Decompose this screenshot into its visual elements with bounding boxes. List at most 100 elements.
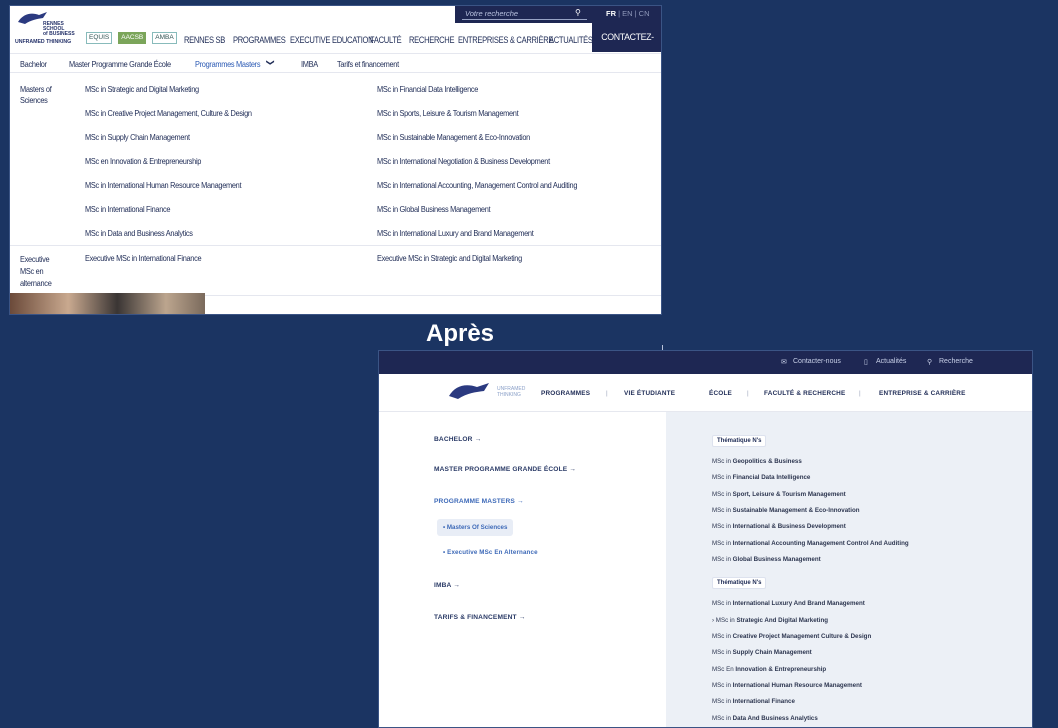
rennes-sb-logo[interactable]: UNFRAMED THINKING <box>447 380 527 408</box>
msc-link[interactable]: MSc in Data And Business Analytics <box>712 715 818 722</box>
msc-title: International & Business Development <box>732 523 846 530</box>
menu-item[interactable]: MSc in International Human Resource Mana… <box>85 180 242 190</box>
language-switcher[interactable]: FR | EN | CN <box>606 9 650 18</box>
msc-title: International Finance <box>732 698 795 705</box>
msc-link[interactable]: MSc in International Finance <box>712 698 795 705</box>
nav-programmes[interactable]: PROGRAMMES <box>541 390 590 397</box>
msc-link[interactable]: MSc in Sport, Leisure & Tourism Manageme… <box>712 491 846 498</box>
chevron-down-icon[interactable]: ❯ <box>266 59 275 66</box>
msc-link[interactable]: MSc in Financial Data Intelligence <box>712 474 810 481</box>
nav-executive-education[interactable]: EXECUTIVE EDUCATION <box>290 35 374 45</box>
actualites-link[interactable]: Actualités <box>876 358 906 365</box>
side-bachelor[interactable]: BACHELOR → <box>434 436 481 443</box>
side-programme-masters[interactable]: PROGRAMME MASTERS → <box>434 498 524 505</box>
menu-item[interactable]: MSc in International Finance <box>85 204 171 214</box>
msc-link[interactable]: MSc En Innovation & Entrepreneurship <box>712 666 826 673</box>
subnav-tarifs[interactable]: Tarifs et financement <box>337 59 399 69</box>
menu-item[interactable]: MSc in International Luxury and Brand Ma… <box>377 228 534 238</box>
top-utility-bar: Votre recherche ⚲ FR | EN | CN <box>455 6 661 23</box>
sub-masters-of-sciences[interactable]: • Masters Of Sciences <box>437 519 514 536</box>
msc-title: International Accounting Management Cont… <box>732 540 909 547</box>
msc-prefix: MSc in <box>712 649 731 656</box>
menu-item[interactable]: MSc in Creative Project Management, Cult… <box>85 108 252 118</box>
menu-item[interactable]: MSc in Financial Data Intelligence <box>377 84 478 94</box>
nav-faculte[interactable]: FACULTÉ <box>370 35 404 45</box>
contact-link[interactable]: Contacter-nous <box>793 358 841 365</box>
aacsb-badge: AACSB <box>118 32 147 44</box>
sub-executive-msc[interactable]: • Executive MSc En Alternance <box>443 549 538 556</box>
mail-icon[interactable]: ✉ <box>781 358 787 366</box>
msc-link[interactable]: MSc in Global Business Management <box>712 556 821 563</box>
tagline-line-2: THINKING <box>497 392 521 398</box>
msc-prefix: MSc in <box>712 523 731 530</box>
menu-item[interactable]: Executive MSc in International Finance <box>85 253 202 263</box>
msc-title: Data And Business Analytics <box>732 715 818 722</box>
side-label: BACHELOR <box>434 436 473 443</box>
nav-faculte-recherche[interactable]: FACULTÉ & RECHERCHE <box>764 390 845 397</box>
nav-recherche[interactable]: RECHERCHE <box>409 35 455 45</box>
nav-vie-etudiante[interactable]: VIE ÉTUDIANTE <box>624 390 675 397</box>
nav-ecole[interactable]: ÉCOLE <box>709 390 732 397</box>
menu-item[interactable]: MSc in International Negotiation & Busin… <box>377 156 550 166</box>
menu-item[interactable]: MSc in Global Business Management <box>377 204 491 214</box>
msc-title: International Luxury And Brand Managemen… <box>732 600 865 607</box>
msc-title: Innovation & Entrepreneurship <box>735 666 827 673</box>
search-link[interactable]: Recherche <box>939 358 973 365</box>
after-screenshot: ✉ Contacter-nous ▯ Actualités ⚲ Recherch… <box>378 350 1033 728</box>
contact-button[interactable]: CONTACTEZ-NOUS <box>592 23 661 71</box>
menu-item[interactable]: Executive MSc in Strategic and Digital M… <box>377 253 522 263</box>
nav-entreprise-carriere[interactable]: ENTREPRISE & CARRIÈRE <box>879 390 966 397</box>
msc-link[interactable]: › MSc in Strategic And Digital Marketing <box>712 617 828 624</box>
menu-item[interactable]: MSc in Strategic and Digital Marketing <box>85 84 199 94</box>
document-icon[interactable]: ▯ <box>864 358 868 366</box>
msc-prefix: MSc in <box>712 491 731 498</box>
msc-link[interactable]: MSc in International & Business Developm… <box>712 523 846 530</box>
side-master-grande-ecole[interactable]: MASTER PROGRAMME GRANDE ÉCOLE → <box>434 466 576 473</box>
msc-title: Supply Chain Management <box>732 649 812 656</box>
before-screenshot: Votre recherche ⚲ FR | EN | CN RENNES SC… <box>9 5 662 315</box>
msc-prefix: MSc in <box>712 458 731 465</box>
subnav-programmes-masters[interactable]: Programmes Masters <box>195 59 261 69</box>
search-icon[interactable]: ⚲ <box>575 8 581 17</box>
subnav-master-grande-ecole[interactable]: Master Programme Grande École <box>69 59 171 69</box>
msc-link[interactable]: MSc in International Human Resource Mana… <box>712 682 862 689</box>
nav-rennes-sb[interactable]: RENNES SB <box>184 35 226 45</box>
group-masters-of-sciences: Masters of Sciences <box>20 84 52 105</box>
menu-item[interactable]: MSc en Innovation & Entrepreneurship <box>85 156 201 166</box>
main-nav: RENNES SB PROGRAMMES EXECUTIVE EDUCATION… <box>184 28 593 51</box>
subnav-bachelor[interactable]: Bachelor <box>20 59 47 69</box>
msc-link[interactable]: MSc in Geopolitics & Business <box>712 458 802 465</box>
lang-others[interactable]: | EN | CN <box>618 9 649 18</box>
menu-item[interactable]: MSc in Supply Chain Management <box>85 132 190 142</box>
side-imba[interactable]: IMBA → <box>434 582 460 589</box>
side-label: MASTER PROGRAMME GRANDE ÉCOLE <box>434 466 568 473</box>
msc-title: Global Business Management <box>732 556 821 563</box>
arrow-right-icon: → <box>516 498 524 505</box>
hero-photo <box>10 293 205 314</box>
nav-actualites[interactable]: ACTUALITÉS <box>549 35 593 45</box>
group-executive-msc: Executive MSc en alternance <box>20 254 52 288</box>
arrow-right-icon: → <box>518 614 526 621</box>
nav-entreprises-carriere[interactable]: ENTREPRISES & CARRIÈRE <box>458 35 553 45</box>
nav-separator: | <box>859 390 861 397</box>
msc-link[interactable]: MSc in International Luxury And Brand Ma… <box>712 600 865 607</box>
rennes-sb-logo[interactable]: RENNES SCHOOL of BUSINESS UNFRAMED THINK… <box>15 10 85 50</box>
msc-link[interactable]: MSc in Creative Project Management Cultu… <box>712 633 871 640</box>
msc-title: Financial Data Intelligence <box>732 474 811 481</box>
search-icon[interactable]: ⚲ <box>927 358 932 366</box>
msc-link[interactable]: MSc in Sustainable Management & Eco-Inno… <box>712 507 860 514</box>
menu-item[interactable]: MSc in Sustainable Management & Eco-Inno… <box>377 132 530 142</box>
lang-fr[interactable]: FR <box>606 9 616 18</box>
nav-programmes[interactable]: PROGRAMMES <box>233 35 286 45</box>
nav-separator: | <box>747 390 749 397</box>
search-input[interactable]: Votre recherche <box>462 9 587 20</box>
side-tarifs[interactable]: TARIFS & FINANCEMENT → <box>434 614 525 621</box>
msc-prefix: MSc En <box>712 666 734 673</box>
menu-item[interactable]: MSc in International Accounting, Managem… <box>377 180 577 190</box>
msc-prefix: MSc in <box>712 633 731 640</box>
subnav-imba[interactable]: IMBA <box>301 59 318 69</box>
menu-item[interactable]: MSc in Sports, Leisure & Tourism Managem… <box>377 108 519 118</box>
msc-link[interactable]: MSc in Supply Chain Management <box>712 649 812 656</box>
msc-link[interactable]: MSc in International Accounting Manageme… <box>712 540 909 547</box>
menu-item[interactable]: MSc in Data and Business Analytics <box>85 228 193 238</box>
